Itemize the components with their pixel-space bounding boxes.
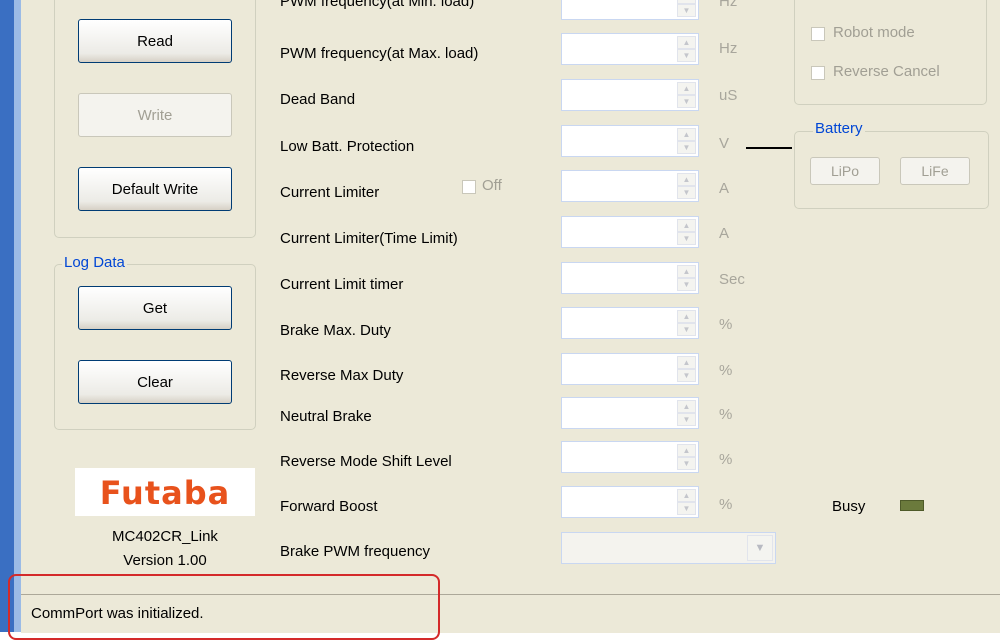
spin-up-icon[interactable]: ▲ (677, 173, 696, 186)
current-limiter-off-checkbox[interactable] (462, 180, 476, 194)
window-frame-inner (14, 0, 21, 632)
unit-current-limiter-time: A (719, 225, 730, 242)
write-button[interactable]: Write (78, 93, 232, 137)
busy-led-icon (900, 500, 924, 511)
app-window: Read Write Default Write Log Data Get Cl… (0, 0, 1000, 633)
robot-mode-checkbox[interactable] (811, 27, 825, 41)
current-limiter-time-spinbox[interactable]: ▲ ▼ (561, 216, 699, 248)
app-version: Version 1.00 (123, 552, 207, 569)
spin-down-icon[interactable]: ▼ (677, 232, 696, 245)
spin-down-icon[interactable]: ▼ (677, 502, 696, 515)
spin-down-icon[interactable]: ▼ (677, 413, 696, 426)
param-label-low-batt: Low Batt. Protection (280, 138, 415, 155)
unit-reverse-shift-level: % (719, 451, 733, 468)
lipo-button[interactable]: LiPo (810, 157, 880, 185)
unit-pwm-max: Hz (719, 40, 738, 57)
param-label-current-limiter-time: Current Limiter(Time Limit) (280, 230, 458, 247)
param-label-brake-max-duty: Brake Max. Duty (280, 322, 391, 339)
chevron-down-icon[interactable]: ▼ (747, 535, 773, 561)
futaba-logo: Futaba (75, 468, 255, 516)
param-label-forward-boost: Forward Boost (280, 498, 378, 515)
unit-current-limit-timer: Sec (719, 271, 745, 288)
param-label-reverse-max-duty: Reverse Max Duty (280, 367, 404, 384)
spin-down-icon[interactable]: ▼ (677, 49, 696, 62)
default-write-button[interactable]: Default Write (78, 167, 232, 211)
spin-down-icon[interactable]: ▼ (677, 369, 696, 382)
current-limiter-off-label: Off (482, 177, 502, 194)
current-limit-timer-spinbox[interactable]: ▲ ▼ (561, 262, 699, 294)
spin-up-icon[interactable]: ▲ (677, 489, 696, 502)
pwm-min-spinbox[interactable]: ▲▼ (561, 0, 699, 20)
app-name: MC402CR_Link (112, 528, 218, 545)
reverse-cancel-label: Reverse Cancel (833, 63, 940, 80)
param-label-pwm-max: PWM frequency(at Max. load) (280, 45, 479, 62)
logo-wordmark: Futaba (99, 474, 231, 512)
brake-pwm-frequency-select[interactable]: ▼ (561, 532, 776, 564)
spin-down-icon[interactable]: ▼ (677, 4, 696, 17)
current-limiter-spinbox[interactable]: ▲ ▼ (561, 170, 699, 202)
pwm-max-spinbox[interactable]: ▲ ▼ (561, 33, 699, 65)
robot-mode-label: Robot mode (833, 24, 915, 41)
client-area: Read Write Default Write Log Data Get Cl… (21, 0, 1000, 594)
log-data-legend: Log Data (62, 254, 127, 271)
clear-button[interactable]: Clear (78, 360, 232, 404)
unit-low-batt: V (719, 135, 730, 152)
dead-band-spinbox[interactable]: ▲ ▼ (561, 79, 699, 111)
spin-down-icon[interactable]: ▼ (677, 95, 696, 108)
reverse-shift-level-spinbox[interactable]: ▲ ▼ (561, 441, 699, 473)
battery-legend: Battery (813, 120, 865, 137)
busy-label: Busy (832, 498, 866, 515)
param-label-neutral-brake: Neutral Brake (280, 408, 372, 425)
spin-up-icon[interactable]: ▲ (677, 265, 696, 278)
life-button[interactable]: LiFe (900, 157, 970, 185)
unit-forward-boost: % (719, 496, 733, 513)
spin-down-icon[interactable]: ▼ (677, 323, 696, 336)
spin-up-icon[interactable]: ▲ (677, 219, 696, 232)
low-batt-spinbox[interactable]: ▲ ▼ (561, 125, 699, 157)
get-button[interactable]: Get (78, 286, 232, 330)
battery-connector-line (746, 147, 792, 149)
spin-down-icon[interactable]: ▼ (677, 457, 696, 470)
unit-brake-max-duty: % (719, 316, 733, 333)
param-label-current-limiter: Current Limiter (280, 184, 380, 201)
param-label-current-limit-timer: Current Limit timer (280, 276, 404, 293)
param-label-brake-pwm-frequency: Brake PWM frequency (280, 543, 431, 560)
spin-down-icon[interactable]: ▼ (677, 278, 696, 291)
spin-down-icon[interactable]: ▼ (677, 186, 696, 199)
neutral-brake-spinbox[interactable]: ▲ ▼ (561, 397, 699, 429)
reverse-max-duty-spinbox[interactable]: ▲ ▼ (561, 353, 699, 385)
unit-current-limiter: A (719, 180, 730, 197)
spin-up-icon[interactable]: ▲ (677, 36, 696, 49)
window-frame (0, 0, 14, 632)
unit-neutral-brake: % (719, 406, 733, 423)
spin-up-icon[interactable]: ▲ (677, 444, 696, 457)
options-group (794, 0, 987, 105)
spin-up-icon[interactable]: ▲ (677, 128, 696, 141)
param-label-dead-band: Dead Band (280, 91, 356, 108)
annotation-highlight-box (8, 574, 440, 640)
param-label-reverse-shift-level: Reverse Mode Shift Level (280, 453, 452, 470)
read-button[interactable]: Read (78, 19, 232, 63)
spin-down-icon[interactable]: ▼ (677, 141, 696, 154)
forward-boost-spinbox[interactable]: ▲ ▼ (561, 486, 699, 518)
unit-pwm-min: Hz (719, 0, 738, 10)
reverse-cancel-checkbox[interactable] (811, 66, 825, 80)
brake-max-duty-spinbox[interactable]: ▲ ▼ (561, 307, 699, 339)
spin-up-icon[interactable]: ▲ (677, 310, 696, 323)
param-label-pwm-min: PWM frequency(at Min. load) (280, 0, 475, 10)
spin-up-icon[interactable]: ▲ (677, 356, 696, 369)
spin-up-icon[interactable]: ▲ (677, 400, 696, 413)
unit-reverse-max-duty: % (719, 362, 733, 379)
unit-dead-band: uS (719, 87, 738, 104)
spin-up-icon[interactable]: ▲ (677, 82, 696, 95)
